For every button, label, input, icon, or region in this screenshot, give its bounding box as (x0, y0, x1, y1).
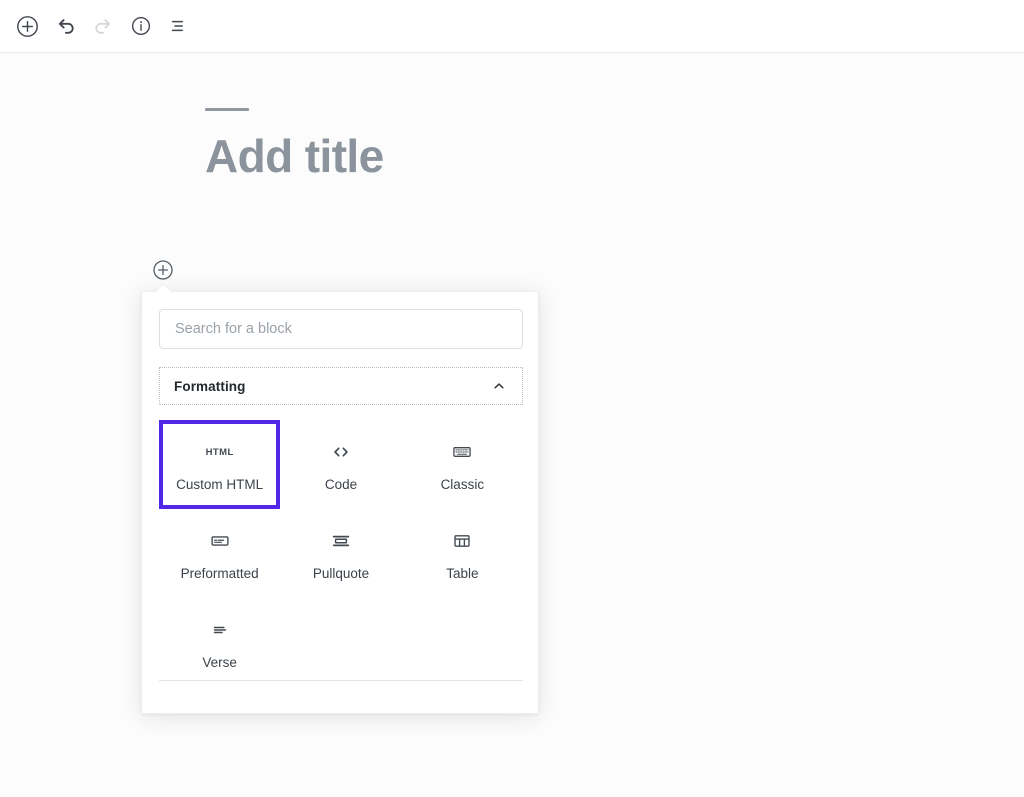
post-title-area: Add title (205, 108, 825, 182)
block-item-preformatted[interactable]: Preformatted (159, 509, 280, 598)
block-type-grid: HTML Custom HTML Code (159, 420, 523, 687)
category-panel-formatting[interactable]: Formatting (159, 367, 523, 405)
category-label: Formatting (174, 379, 246, 394)
block-item-label: Table (446, 566, 478, 582)
block-item-label: Verse (202, 655, 237, 671)
redo-button[interactable] (85, 8, 121, 44)
undo-button[interactable] (47, 8, 83, 44)
table-grid-icon (451, 528, 473, 554)
block-item-classic[interactable]: Classic (402, 420, 523, 509)
editor-canvas: Add title Formatting (0, 53, 1024, 797)
search-input[interactable] (159, 309, 523, 349)
block-item-label: Preformatted (181, 566, 259, 582)
popover-arrow (154, 283, 172, 292)
undo-icon (54, 15, 77, 38)
pullquote-icon (330, 528, 352, 554)
block-inserter-popover: Formatting HTML Custom HTML (141, 291, 539, 714)
post-title-placeholder[interactable]: Add title (205, 131, 825, 182)
block-item-custom-html[interactable]: HTML Custom HTML (159, 420, 280, 509)
popover-footer-divider (159, 680, 523, 681)
plus-circle-icon (151, 258, 175, 282)
keyboard-icon (451, 439, 473, 465)
editor-toolbar (0, 0, 1024, 53)
block-item-pullquote[interactable]: Pullquote (280, 509, 401, 598)
inserter-toggle-button[interactable] (151, 258, 175, 282)
block-item-table[interactable]: Table (402, 509, 523, 598)
verse-lines-icon (209, 617, 231, 643)
info-circle-icon (130, 15, 152, 37)
preformatted-icon (209, 528, 231, 554)
block-item-label: Pullquote (313, 566, 369, 582)
chevron-up-icon[interactable] (490, 377, 508, 395)
code-angle-brackets-icon (329, 439, 353, 465)
block-item-verse[interactable]: Verse (159, 598, 280, 687)
html-text-icon: HTML (206, 439, 234, 465)
add-block-button[interactable] (9, 8, 45, 44)
block-navigation-button[interactable] (161, 8, 197, 44)
plus-circle-icon (15, 14, 40, 39)
content-info-button[interactable] (123, 8, 159, 44)
block-item-label: Classic (441, 477, 485, 493)
block-item-label: Code (325, 477, 357, 493)
list-view-icon (168, 15, 190, 37)
redo-icon (92, 15, 115, 38)
title-dash-decoration (205, 108, 249, 111)
block-item-label: Custom HTML (176, 477, 263, 493)
block-item-code[interactable]: Code (280, 420, 401, 509)
